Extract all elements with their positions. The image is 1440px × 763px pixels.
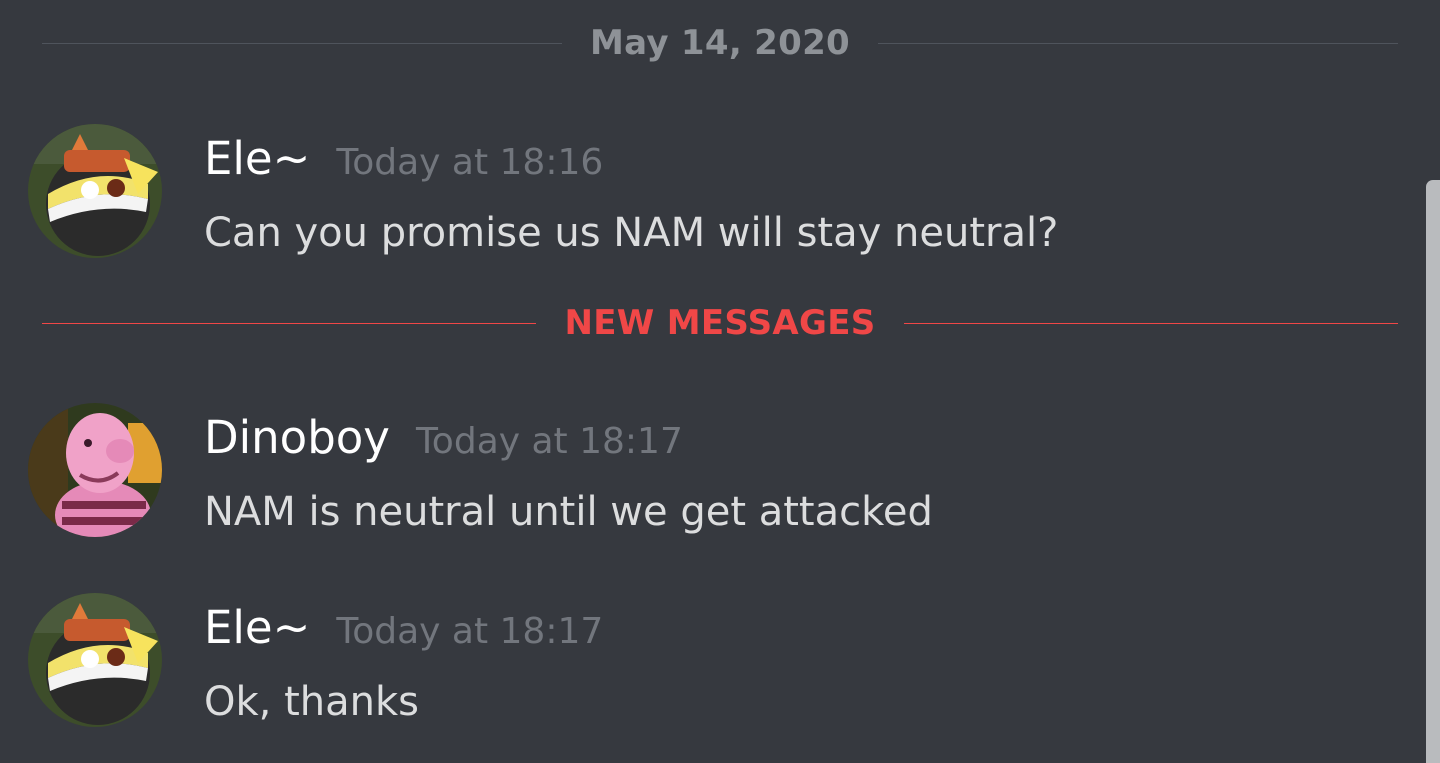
- divider-line: [42, 322, 537, 324]
- avatar[interactable]: [28, 403, 162, 537]
- timestamp: Today at 18:16: [336, 142, 604, 183]
- divider-line: [42, 42, 562, 44]
- username[interactable]: Dinoboy: [204, 411, 390, 464]
- chat-window: May 14, 2020 Ele~ Today at 18:16 Can you…: [0, 0, 1440, 763]
- avatar[interactable]: [28, 124, 162, 258]
- username[interactable]: Ele~: [204, 132, 310, 185]
- message-content: Ok, thanks: [204, 679, 419, 725]
- new-messages-divider: NEW MESSAGES: [42, 301, 1398, 345]
- message-header: Dinoboy Today at 18:17: [204, 411, 683, 464]
- message-item: Ele~ Today at 18:17 Ok, thanks: [0, 593, 1420, 733]
- message-content: Can you promise us NAM will stay neutral…: [204, 210, 1059, 256]
- message-content: NAM is neutral until we get attacked: [204, 489, 933, 535]
- date-divider-label: May 14, 2020: [589, 23, 851, 63]
- message-header: Ele~ Today at 18:17: [204, 601, 603, 654]
- date-divider: May 14, 2020: [42, 21, 1398, 65]
- avatar-image: [28, 403, 162, 537]
- avatar-image: [28, 593, 162, 727]
- timestamp: Today at 18:17: [415, 421, 683, 462]
- scrollbar-thumb[interactable]: [1426, 180, 1440, 763]
- divider-line: [878, 42, 1398, 44]
- new-messages-label: NEW MESSAGES: [564, 303, 876, 343]
- message-header: Ele~ Today at 18:16: [204, 132, 603, 185]
- avatar-image: [28, 124, 162, 258]
- avatar[interactable]: [28, 593, 162, 727]
- message-item: Ele~ Today at 18:16 Can you promise us N…: [0, 124, 1420, 264]
- divider-line: [903, 322, 1398, 324]
- timestamp: Today at 18:17: [336, 611, 604, 652]
- message-item: Dinoboy Today at 18:17 NAM is neutral un…: [0, 403, 1420, 543]
- username[interactable]: Ele~: [204, 601, 310, 654]
